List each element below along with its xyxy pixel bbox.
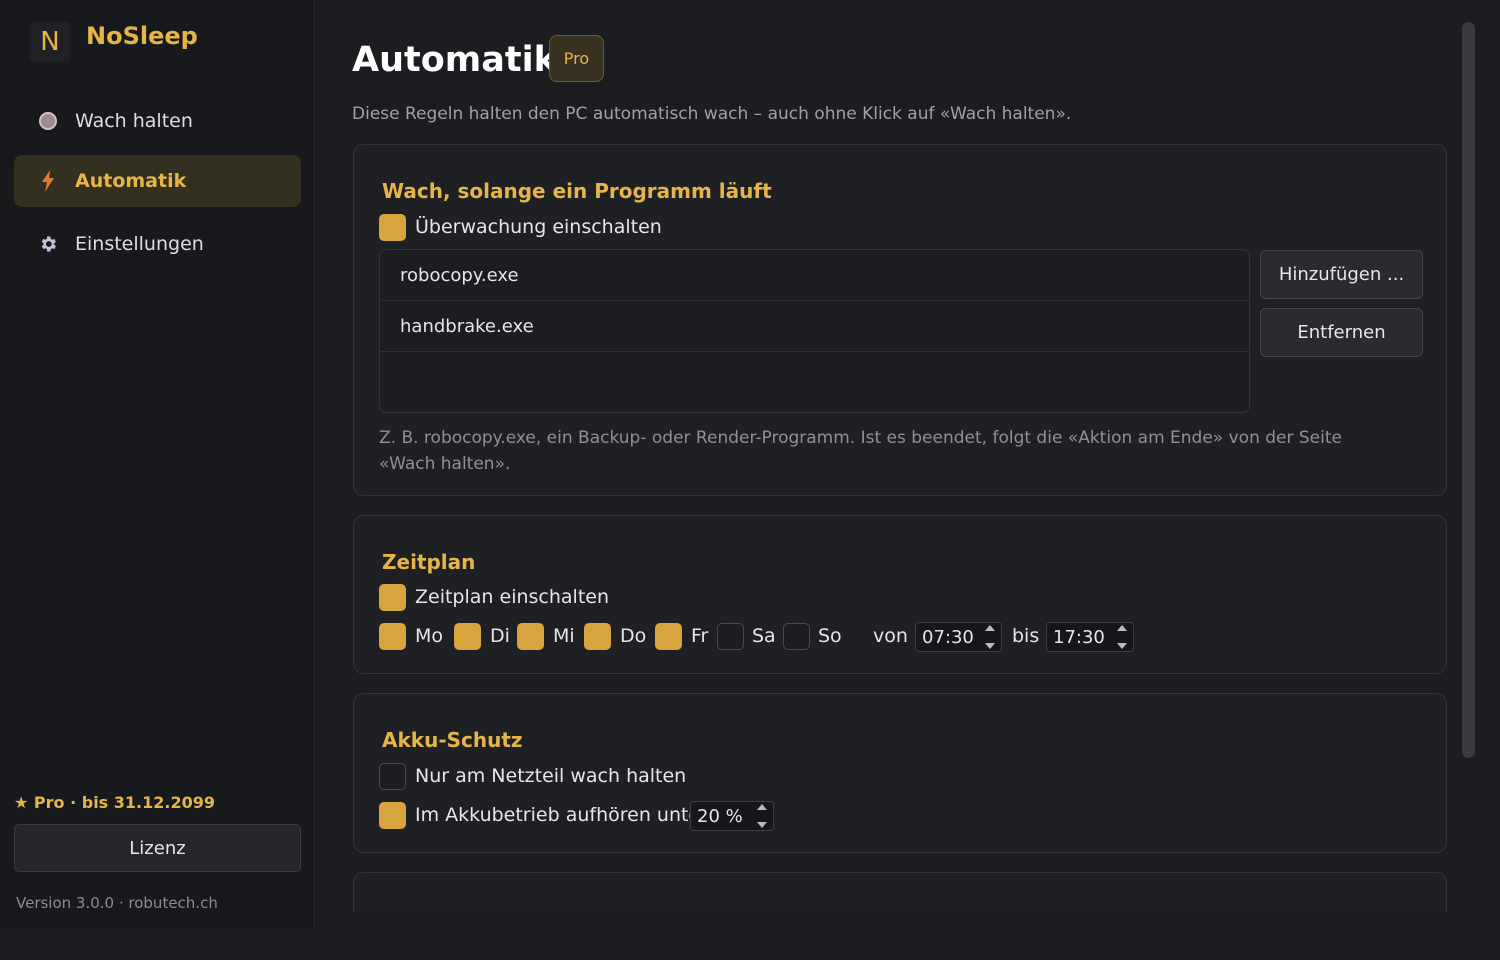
scrollbar-thumb[interactable]: [1462, 22, 1475, 758]
to-time-value: 17:30: [1053, 626, 1105, 648]
day-so-checkbox[interactable]: [783, 623, 810, 650]
program-hint: Z. B. robocopy.exe, ein Backup- oder Ren…: [379, 428, 1342, 474]
gear-icon: [38, 234, 58, 254]
battery-card: Akku-Schutz Nur am Netzteil wach halten …: [353, 693, 1447, 853]
window-bottom-edge: [0, 927, 1500, 960]
enable-watch-checkbox[interactable]: [379, 214, 406, 241]
list-item[interactable]: robocopy.exe: [380, 250, 1249, 301]
spin-up-icon[interactable]: [757, 804, 767, 810]
sidebar-item-label: Automatik: [75, 170, 187, 192]
day-label: Sa: [752, 625, 776, 647]
from-time-value: 07:30: [922, 626, 974, 648]
day-mo-checkbox[interactable]: [379, 623, 406, 650]
schedule-card: Zeitplan Zeitplan einschalten Mo Di Mi D…: [353, 515, 1447, 674]
day-di-checkbox[interactable]: [454, 623, 481, 650]
enable-schedule-label: Zeitplan einschalten: [415, 586, 609, 608]
day-mi-checkbox[interactable]: [517, 623, 544, 650]
version-info: Version 3.0.0 · robutech.ch: [16, 894, 218, 912]
pro-badge: Pro: [549, 35, 604, 82]
day-do-checkbox[interactable]: [584, 623, 611, 650]
day-label: Mo: [415, 625, 444, 647]
ac-only-label: Nur am Netzteil wach halten: [415, 765, 687, 787]
spin-up-icon[interactable]: [1117, 625, 1127, 631]
day-fr-checkbox[interactable]: [655, 623, 682, 650]
stop-below-label: Im Akkubetrieb aufhören unter: [415, 804, 708, 826]
page-subtitle: Diese Regeln halten den PC automatisch w…: [352, 104, 1072, 124]
battery-threshold-value: 20 %: [697, 805, 743, 827]
day-sa-checkbox[interactable]: [717, 623, 744, 650]
to-time-spinner[interactable]: 17:30: [1046, 622, 1134, 652]
enable-schedule-checkbox[interactable]: [379, 584, 406, 611]
day-label: Mi: [553, 625, 575, 647]
pro-status: ★ Pro · bis 31.12.2099: [14, 793, 215, 812]
main-content: Automatik Pro Diese Regeln halten den PC…: [316, 0, 1500, 912]
ac-only-checkbox[interactable]: [379, 763, 406, 790]
spin-down-icon[interactable]: [1117, 643, 1127, 649]
day-label: Do: [620, 625, 647, 647]
enable-watch-label: Überwachung einschalten: [415, 216, 662, 238]
from-label: von: [873, 625, 908, 647]
card-title: Zeitplan: [382, 550, 476, 574]
spin-down-icon[interactable]: [985, 643, 995, 649]
from-time-spinner[interactable]: 07:30: [915, 622, 1002, 652]
sidebar-item-automatik[interactable]: Automatik: [14, 155, 301, 207]
add-program-button[interactable]: Hinzufügen ...: [1260, 250, 1423, 299]
sidebar-item-wach-halten[interactable]: Wach halten: [14, 95, 301, 147]
sidebar-item-label: Einstellungen: [75, 233, 204, 255]
coffee-icon: [38, 111, 58, 131]
page-title: Automatik: [352, 40, 557, 80]
sidebar-item-label: Wach halten: [75, 110, 193, 132]
day-label: Fr: [691, 625, 709, 647]
card-title: Wach, solange ein Programm läuft: [382, 179, 772, 203]
spin-down-icon[interactable]: [757, 822, 767, 828]
day-label: Di: [490, 625, 510, 647]
license-button[interactable]: Lizenz: [14, 824, 301, 872]
sidebar: N NoSleep Wach halten Automatik Einstell…: [0, 0, 315, 927]
app-title: NoSleep: [86, 22, 198, 50]
list-item[interactable]: handbrake.exe: [380, 301, 1249, 352]
remove-program-button[interactable]: Entfernen: [1260, 308, 1423, 357]
sidebar-item-einstellungen[interactable]: Einstellungen: [14, 218, 301, 270]
card-title: Akku-Schutz: [382, 728, 523, 752]
battery-threshold-spinner[interactable]: 20 %: [690, 801, 774, 831]
day-label: So: [818, 625, 842, 647]
program-list[interactable]: robocopy.exe handbrake.exe: [379, 249, 1250, 413]
program-watch-card: Wach, solange ein Programm läuft Überwac…: [353, 144, 1447, 496]
stop-below-checkbox[interactable]: [379, 802, 406, 829]
app-logo: N: [30, 22, 70, 62]
spin-up-icon[interactable]: [985, 625, 995, 631]
next-card: [353, 872, 1447, 912]
to-label: bis: [1012, 625, 1040, 647]
lightning-icon: [38, 170, 58, 192]
